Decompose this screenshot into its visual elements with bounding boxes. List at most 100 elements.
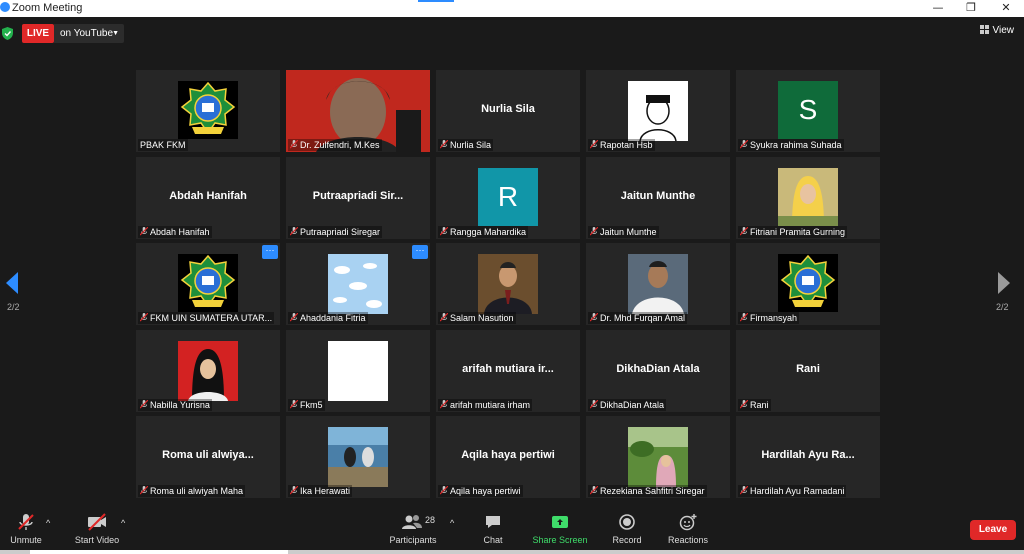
participant-avatar	[478, 254, 538, 314]
participant-tile[interactable]: Aqila haya pertiwi Aqila haya pertiwi	[436, 416, 580, 498]
participant-tile[interactable]: Dr. Zulfendri, M.Kes	[286, 70, 430, 152]
participant-tile[interactable]: Ika Herawati	[286, 416, 430, 498]
participant-tile[interactable]: Fitriani Pramita Gurning	[736, 157, 880, 239]
live-destination-label: on YouTube	[60, 28, 114, 39]
share-screen-label: Share Screen	[532, 535, 588, 545]
participant-avatar	[778, 168, 838, 226]
view-label: View	[992, 25, 1015, 36]
muted-mic-icon	[139, 226, 149, 236]
participant-name-label: Syukra rahima Suhada	[738, 139, 844, 151]
participant-display-name: Putraapriadi Sir...	[312, 190, 404, 202]
participant-name-text: Rani	[750, 400, 769, 410]
participant-tile[interactable]: Dr. Mhd Furqan Amal	[586, 243, 730, 325]
bottom-scrollbar[interactable]	[0, 550, 1024, 554]
participant-name-label: Fitriani Pramita Gurning	[738, 226, 848, 238]
leave-button[interactable]: Leave	[970, 520, 1016, 540]
scrollbar-thumb[interactable]	[30, 550, 288, 554]
window-titlebar: Zoom Meeting — ❐ ✕	[0, 0, 1024, 17]
view-button[interactable]: View	[979, 25, 1015, 36]
muted-mic-icon	[289, 312, 299, 322]
letter-avatar: R	[478, 168, 538, 226]
participant-tile[interactable]: R Rangga Mahardika	[436, 157, 580, 239]
participant-name-text: Dr. Zulfendri, M.Kes	[300, 140, 380, 150]
muted-mic-icon	[289, 485, 299, 495]
unmute-button[interactable]: Unmute	[8, 512, 44, 545]
participant-name-label: Rapotan Hsb	[588, 139, 655, 151]
participant-name-label: Dr. Zulfendri, M.Kes	[288, 139, 382, 151]
participant-display-name: Hardilah Ayu Ra...	[761, 449, 855, 461]
participant-tile[interactable]: Fkm5	[286, 330, 430, 412]
participant-name-label: Rangga Mahardika	[438, 226, 529, 238]
participant-gallery: PBAK FKM Dr. Zulfendri, M.Kes Nurlia Sila…	[136, 70, 880, 498]
participant-name-text: DikhaDian Atala	[600, 400, 665, 410]
tile-more-options-button[interactable]: ···	[412, 245, 428, 259]
participant-tile[interactable]: Nabilla Yurisna	[136, 330, 280, 412]
muted-mic-icon	[589, 312, 599, 322]
participants-options-caret[interactable]: ^	[450, 518, 454, 528]
institution-emblem-icon	[178, 254, 238, 312]
muted-mic-icon	[439, 485, 449, 495]
previous-page-arrow-icon[interactable]	[6, 272, 18, 294]
participant-tile[interactable]: Abdah Hanifah Abdah Hanifah	[136, 157, 280, 239]
participant-tile[interactable]: Putraapriadi Sir... Putraapriadi Siregar	[286, 157, 430, 239]
participant-tile[interactable]: Rezekiana Sahfitri Siregar	[586, 416, 730, 498]
participant-avatar	[778, 254, 838, 312]
reactions-button[interactable]: Reactions	[666, 512, 710, 545]
chat-button[interactable]: Chat	[478, 512, 508, 545]
encryption-shield-icon[interactable]	[2, 27, 13, 40]
participant-display-name: Jaitun Munthe	[620, 190, 696, 202]
restore-button[interactable]: ❐	[955, 0, 987, 17]
muted-mic-icon	[589, 226, 599, 236]
participant-tile[interactable]: ··· Ahaddania Fitria	[286, 243, 430, 325]
muted-mic-icon	[289, 312, 299, 322]
next-page-arrow-icon[interactable]	[998, 272, 1010, 294]
participant-name-text: Roma uli alwiyah Maha	[150, 486, 244, 496]
participant-name-label: Firmansyah	[738, 312, 800, 324]
participant-tile[interactable]: Firmansyah	[736, 243, 880, 325]
zoom-app-icon	[0, 2, 10, 12]
participant-tile[interactable]: PBAK FKM	[136, 70, 280, 152]
tile-more-options-button[interactable]: ···	[262, 245, 278, 259]
participant-tile[interactable]: Hardilah Ayu Ra... Hardilah Ayu Ramadani	[736, 416, 880, 498]
audio-options-caret[interactable]: ^	[46, 518, 50, 528]
record-button[interactable]: Record	[610, 512, 644, 545]
participant-avatar	[178, 254, 238, 312]
participant-name-text: Fkm5	[300, 400, 323, 410]
participant-tile[interactable]: DikhaDian Atala DikhaDian Atala	[586, 330, 730, 412]
live-badge[interactable]: LIVE	[22, 24, 54, 43]
participant-tile[interactable]: Rani Rani	[736, 330, 880, 412]
muted-mic-icon	[739, 399, 749, 409]
participant-tile[interactable]: ··· FKM UIN SUMATERA UTAR...	[136, 243, 280, 325]
participant-name-text: FKM UIN SUMATERA UTAR...	[150, 313, 273, 323]
participant-name-text: Putraapriadi Siregar	[300, 227, 381, 237]
close-window-button[interactable]: ✕	[990, 0, 1022, 17]
participant-tile[interactable]: Roma uli alwiya... Roma uli alwiyah Maha	[136, 416, 280, 498]
muted-mic-icon	[439, 312, 449, 322]
participant-avatar	[178, 341, 238, 401]
letter-avatar: S	[778, 81, 838, 139]
participant-tile[interactable]: S Syukra rahima Suhada	[736, 70, 880, 152]
muted-mic-icon	[739, 312, 749, 322]
participant-tile[interactable]: Nurlia Sila Nurlia Sila	[436, 70, 580, 152]
participant-tile[interactable]: Rapotan Hsb	[586, 70, 730, 152]
institution-emblem-icon	[778, 254, 838, 312]
share-screen-icon	[552, 516, 568, 528]
participant-tile[interactable]: Salam Nasution	[436, 243, 580, 325]
participant-tile[interactable]: Jaitun Munthe Jaitun Munthe	[586, 157, 730, 239]
live-destination-dropdown[interactable]: on YouTube ▼	[54, 24, 124, 43]
share-screen-button[interactable]: Share Screen	[530, 512, 590, 545]
participant-photo	[328, 427, 388, 487]
participant-name-text: Salam Nasution	[450, 313, 514, 323]
muted-mic-icon	[139, 399, 149, 409]
minimize-button[interactable]: —	[922, 0, 954, 17]
participant-name-text: Ahaddania Fitria	[300, 313, 366, 323]
muted-mic-icon	[589, 226, 599, 236]
participant-photo	[328, 341, 388, 401]
participant-tile[interactable]: arifah mutiara ir... arifah mutiara irha…	[436, 330, 580, 412]
muted-mic-icon	[289, 139, 299, 149]
meeting-topbar: LIVE on YouTube ▼ View	[0, 17, 1024, 53]
participant-avatar	[328, 254, 388, 314]
video-options-caret[interactable]: ^	[121, 518, 125, 528]
participant-name-text: Syukra rahima Suhada	[750, 140, 842, 150]
start-video-button[interactable]: Start Video	[74, 512, 120, 545]
